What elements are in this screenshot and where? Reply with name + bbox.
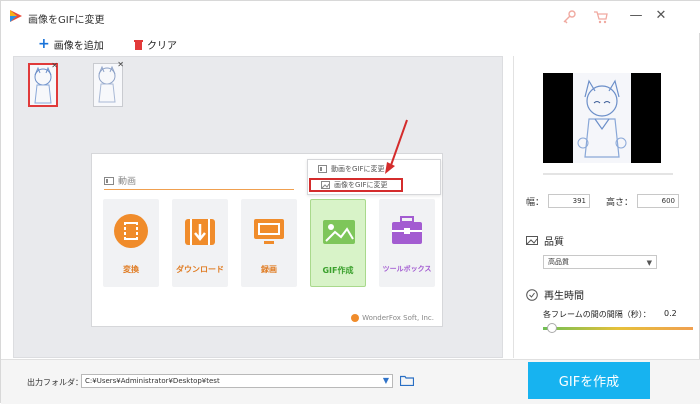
quality-heading: 品質 [526, 233, 564, 248]
video-icon [318, 165, 327, 173]
launcher-title-label: 動画 [118, 177, 137, 187]
slider-handle[interactable] [547, 323, 557, 333]
preview-divider [543, 173, 673, 175]
playback-title: 再生時間 [544, 291, 584, 302]
app-window: 画像をGIFに変更 — ✕ + 画像を追加 クリア ✕ ✕ 動画 変換 ダウンロ… [0, 0, 700, 404]
image-preview [543, 73, 661, 163]
plus-icon: + [38, 36, 50, 52]
create-gif-button[interactable]: GIFを作成 [528, 362, 650, 399]
width-input[interactable]: 391 [548, 194, 591, 208]
width-label: 幅： [526, 197, 545, 208]
preview-image [573, 73, 631, 163]
gif-maker-popup-menu: 動画をGIFに変更 画像をGIFに変更 [307, 159, 441, 195]
output-path-value: C:¥Users¥Administrator¥Desktop¥test [85, 377, 220, 385]
minimize-button[interactable]: — [626, 7, 646, 25]
trash-icon [134, 39, 143, 50]
anime-girl-thumbnail-icon [98, 65, 116, 103]
add-image-button[interactable]: + 画像を追加 [38, 36, 104, 52]
image-list-area[interactable]: ✕ ✕ 動画 変換 ダウンロード 録画 GIF作成 ツールボックス Wonder… [13, 56, 503, 358]
quality-value: 高品質 [548, 258, 569, 266]
gif-picture-icon [323, 220, 355, 244]
tile-record[interactable]: 録画 [241, 199, 297, 287]
menu-item-label: 動画をGIFに変更 [331, 165, 385, 173]
tile-download[interactable]: ダウンロード [172, 199, 228, 287]
image-icon [321, 181, 330, 189]
add-image-label: 画像を追加 [53, 40, 104, 52]
window-title: 画像をGIFに変更 [28, 15, 105, 26]
output-folder-label: 出力フォルダ： [27, 378, 83, 387]
tile-gif-maker-label: GIF作成 [322, 266, 354, 275]
tile-convert[interactable]: 変換 [103, 199, 159, 287]
image-thumbnail[interactable]: ✕ [28, 61, 58, 107]
clear-button[interactable]: クリア [134, 37, 177, 52]
download-icon [185, 219, 215, 245]
cart-icon[interactable] [593, 10, 609, 24]
toolbox-icon [392, 216, 422, 244]
tile-record-label: 録画 [261, 265, 277, 274]
close-button[interactable]: ✕ [651, 7, 671, 25]
width-row: 幅： 391 [526, 194, 591, 208]
chevron-down-icon[interactable]: ▼ [383, 375, 389, 387]
height-row: 高さ： 600 [606, 194, 680, 208]
chevron-down-icon: ▼ [646, 259, 652, 267]
frame-interval-value: 0.2 [664, 309, 677, 318]
tile-convert-label: 変換 [123, 265, 139, 274]
tile-gif-maker[interactable]: GIF作成 [310, 199, 366, 287]
clear-label: クリア [147, 40, 177, 52]
app-logo-icon [10, 10, 22, 22]
clock-check-icon [526, 288, 538, 301]
quality-title: 品質 [544, 237, 564, 248]
launcher-section-title: 動画 [104, 174, 136, 187]
remove-thumbnail-icon[interactable]: ✕ [117, 60, 124, 69]
settings-panel: 幅： 391 高さ： 600 品質 高品質 ▼ 再生時間 各フレームの間の間隔（… [513, 56, 699, 358]
playback-heading: 再生時間 [526, 287, 584, 302]
film-convert-icon [114, 214, 148, 248]
key-icon[interactable] [561, 10, 577, 24]
title-bar: 画像をGIFに変更 — ✕ [1, 1, 700, 33]
tile-toolbox[interactable]: ツールボックス [379, 199, 435, 287]
brand-label: WonderFox Soft, Inc. [362, 314, 434, 322]
menu-item-label: 画像をGIFに変更 [334, 181, 388, 189]
anime-girl-thumbnail-icon [34, 66, 52, 104]
wonderfox-logo-icon [351, 314, 360, 322]
output-path-input[interactable]: C:¥Users¥Administrator¥Desktop¥test ▼ [81, 374, 393, 388]
frame-interval-slider[interactable] [543, 327, 693, 330]
anime-girl-preview-icon [577, 79, 627, 158]
bottom-bar: 出力フォルダ： C:¥Users¥Administrator¥Desktop¥t… [1, 359, 700, 404]
picture-icon [526, 236, 538, 245]
height-input[interactable]: 600 [637, 194, 680, 208]
section-divider [104, 189, 294, 190]
screen-record-icon [254, 219, 284, 244]
annotation-arrow-icon [385, 119, 408, 174]
quality-select[interactable]: 高品質 ▼ [543, 255, 657, 269]
image-thumbnail[interactable]: ✕ [93, 60, 124, 107]
height-label: 高さ： [606, 197, 634, 208]
folder-icon[interactable] [400, 375, 414, 386]
video-icon [104, 176, 114, 185]
toolbar: + 画像を追加 クリア [1, 33, 700, 55]
menu-item-video-to-gif[interactable]: 動画をGIFに変更 [308, 162, 440, 176]
tile-download-label: ダウンロード [176, 265, 224, 274]
remove-thumbnail-icon[interactable]: ✕ [51, 61, 58, 70]
tile-toolbox-label: ツールボックス [382, 265, 432, 273]
brand-footer: WonderFox Soft, Inc. [351, 314, 434, 322]
frame-interval-label: 各フレームの間の間隔（秒）： [543, 310, 651, 319]
menu-item-image-to-gif[interactable]: 画像をGIFに変更 [309, 178, 403, 192]
